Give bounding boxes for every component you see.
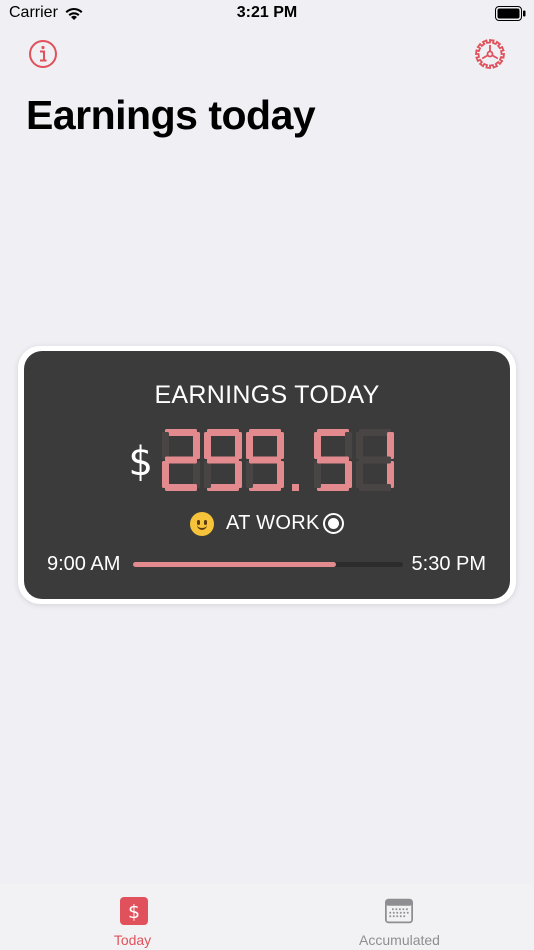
- smiley-emoji-icon: [190, 512, 214, 536]
- work-status-label: AT WORK: [226, 512, 320, 534]
- status-bar: Carrier 3:21 PM: [0, 0, 534, 30]
- start-time: 9:00 AM: [47, 553, 121, 575]
- workday-progress-bar: [133, 562, 403, 567]
- tab-accumulated[interactable]: Accumulated: [267, 884, 534, 950]
- earnings-amount-display: [162, 429, 394, 491]
- status-clock: 3:21 PM: [236, 4, 298, 21]
- earnings-card: EARNINGS TODAY $ AT WORK 9:00 AM 5:30 PM: [18, 346, 516, 604]
- amount-digit-4: [356, 429, 394, 491]
- workday-progress-fill: [133, 562, 336, 567]
- end-time: 5:30 PM: [411, 553, 486, 575]
- page-title: Earnings today: [26, 92, 316, 138]
- work-status-row: AT WORK: [24, 511, 510, 537]
- earnings-card-body: EARNINGS TODAY $ AT WORK 9:00 AM 5:30 PM: [24, 351, 510, 599]
- settings-button[interactable]: [474, 38, 506, 70]
- amount-digit-2: [246, 429, 284, 491]
- tab-bar: $ Today Accumulated: [0, 884, 534, 950]
- battery-icon: [495, 6, 526, 21]
- info-circle-icon: [29, 40, 57, 68]
- tab-accumulated-label: Accumulated: [359, 932, 440, 948]
- amount-digit-0: [162, 429, 200, 491]
- amount-digit-1: [204, 429, 242, 491]
- decimal-point: [292, 484, 299, 491]
- calendar-icon: [385, 898, 413, 924]
- amount-digit-3: [314, 429, 352, 491]
- dollar-icon: $: [120, 897, 148, 925]
- svg-text:$: $: [128, 901, 140, 923]
- gear-icon: [474, 38, 506, 70]
- currency-symbol: $: [128, 439, 153, 485]
- tab-today-label: Today: [113, 932, 152, 948]
- tab-today[interactable]: $ Today: [0, 884, 267, 950]
- card-title: EARNINGS TODAY: [154, 381, 380, 409]
- work-status-toggle[interactable]: [323, 513, 344, 534]
- info-button[interactable]: [27, 38, 59, 70]
